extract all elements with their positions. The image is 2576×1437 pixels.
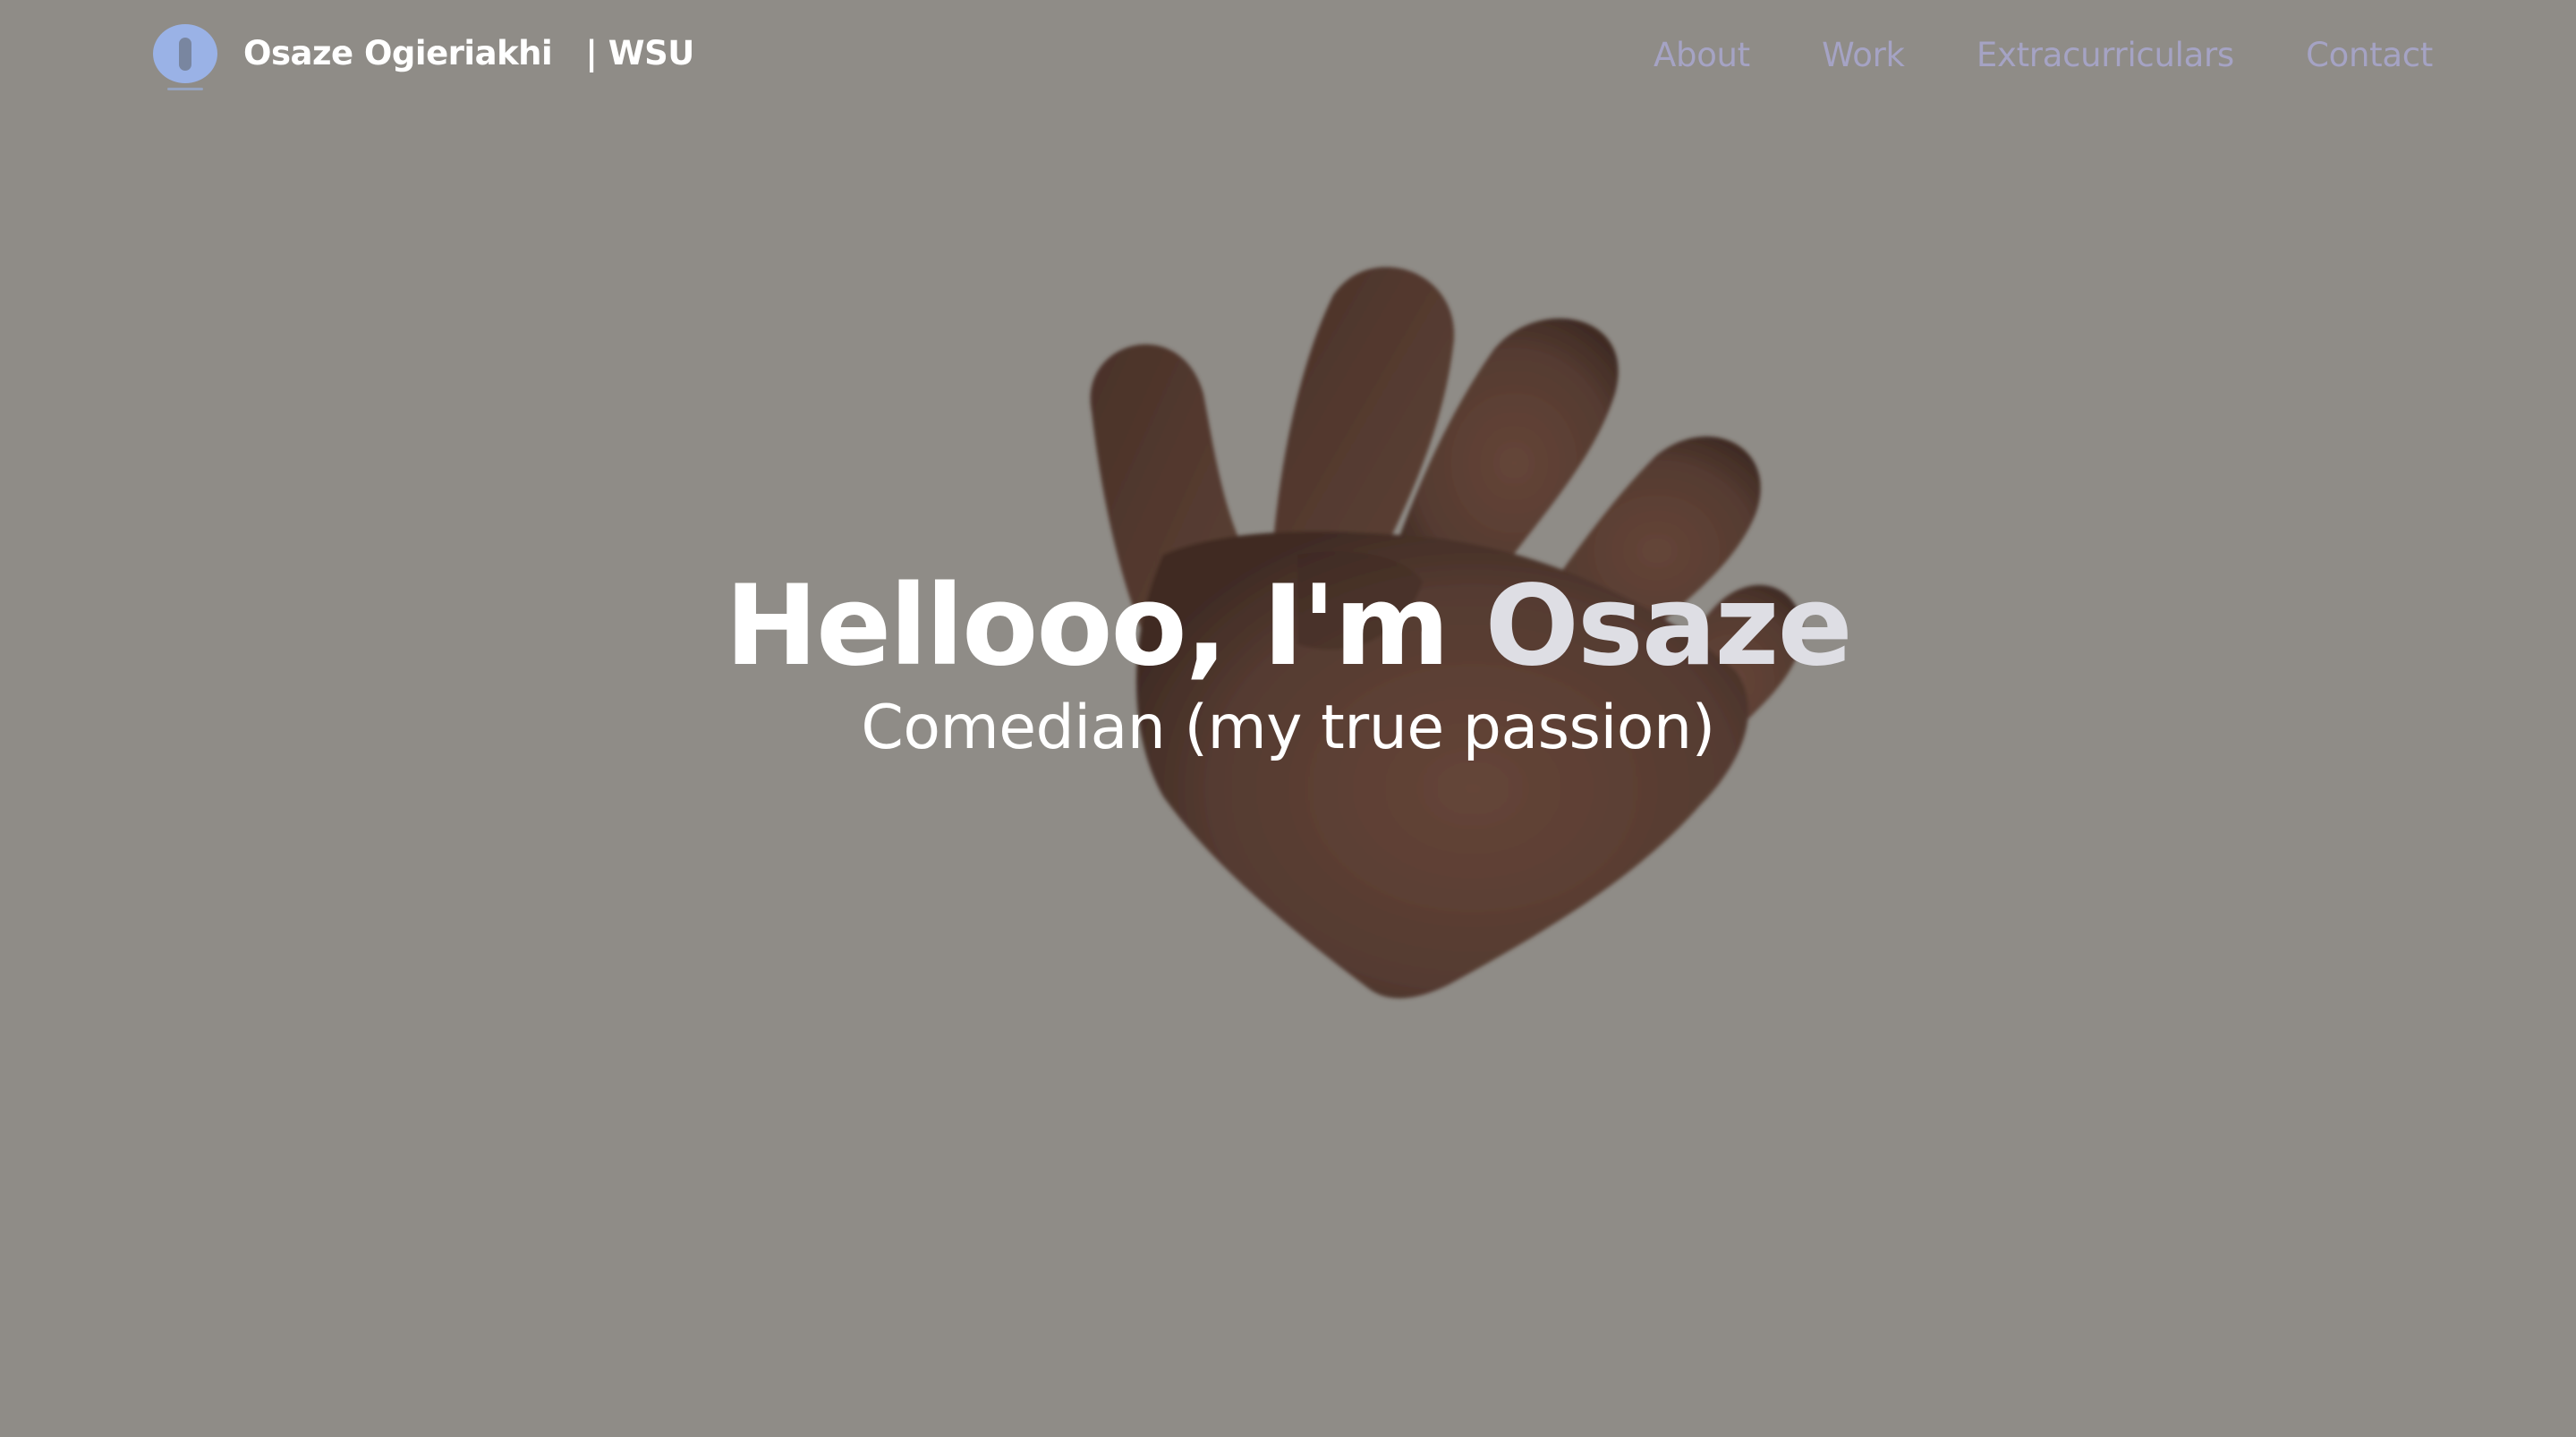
brand-title[interactable]: Osaze Ogieriakhi | WSU <box>243 34 694 72</box>
logo[interactable] <box>152 23 218 97</box>
hero-subtitle: Comedian (my true passion) <box>861 693 1715 763</box>
nav-link-contact[interactable]: Contact <box>2306 36 2433 74</box>
nav-link-about[interactable]: About <box>1654 36 1750 74</box>
page: Osaze Ogieriakhi | WSU About Work Extrac… <box>0 0 2576 1437</box>
brand-suffix: | WSU <box>585 34 694 72</box>
nav-link-extracurriculars[interactable]: Extracurriculars <box>1977 36 2234 74</box>
logo-badge-icon <box>153 24 217 90</box>
navbar: Osaze Ogieriakhi | WSU About Work Extrac… <box>0 0 2576 115</box>
hero-title-prefix: Hellooo, I'm <box>725 562 1450 691</box>
brand-name: Osaze Ogieriakhi <box>243 34 553 72</box>
nav-link-work[interactable]: Work <box>1822 36 1905 74</box>
hero-title: Hellooo, I'm Osaze <box>0 571 2576 682</box>
hero-title-name: Osaze <box>1484 562 1853 691</box>
nav-links: About Work Extracurriculars Contact <box>1654 36 2433 74</box>
